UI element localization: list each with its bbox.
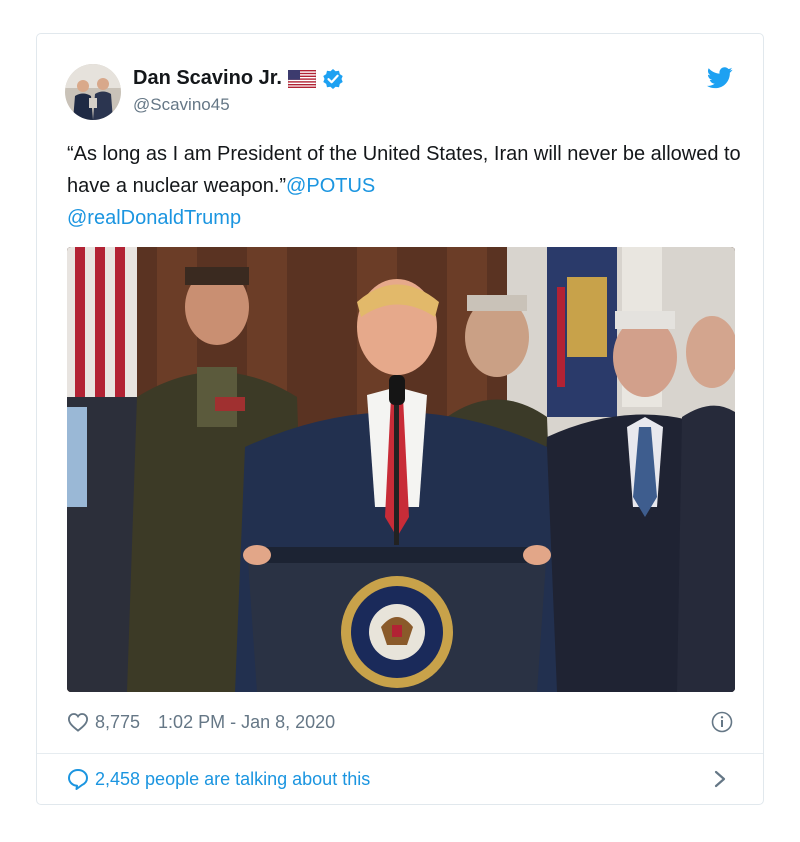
tweet-photo[interactable] <box>67 247 735 692</box>
us-flag-icon <box>287 69 317 88</box>
avatar[interactable] <box>65 64 121 120</box>
mention-potus[interactable]: @POTUS <box>286 175 375 197</box>
speech-bubble-icon <box>68 769 88 790</box>
display-name[interactable]: Dan Scavino Jr. <box>133 67 282 90</box>
tweet-card[interactable]: Dan Scavino Jr. @Scavino45 “As long as I… <box>36 33 764 805</box>
tweet-timestamp[interactable]: 1:02 PM - Jan 8, 2020 <box>158 712 335 733</box>
twitter-bird-icon[interactable] <box>706 67 733 89</box>
heart-icon[interactable] <box>67 712 89 732</box>
tweet-meta: 8,775 1:02 PM - Jan 8, 2020 <box>67 709 737 735</box>
info-icon[interactable] <box>711 711 733 733</box>
mention-realdonaldtrump[interactable]: @realDonaldTrump <box>67 207 241 229</box>
divider <box>37 753 763 754</box>
author-name-row[interactable]: Dan Scavino Jr. <box>133 67 344 90</box>
talking-count-text[interactable]: 2,458 people are talking about this <box>95 769 370 790</box>
user-handle[interactable]: @Scavino45 <box>133 95 230 115</box>
conversation-link[interactable]: 2,458 people are talking about this <box>67 765 735 793</box>
tweet-body: “As long as I am President of the United… <box>67 143 741 197</box>
tweet-text: “As long as I am President of the United… <box>67 138 747 234</box>
chevron-right-icon[interactable] <box>713 769 727 789</box>
verified-badge-icon <box>322 68 344 90</box>
like-count[interactable]: 8,775 <box>95 712 140 733</box>
